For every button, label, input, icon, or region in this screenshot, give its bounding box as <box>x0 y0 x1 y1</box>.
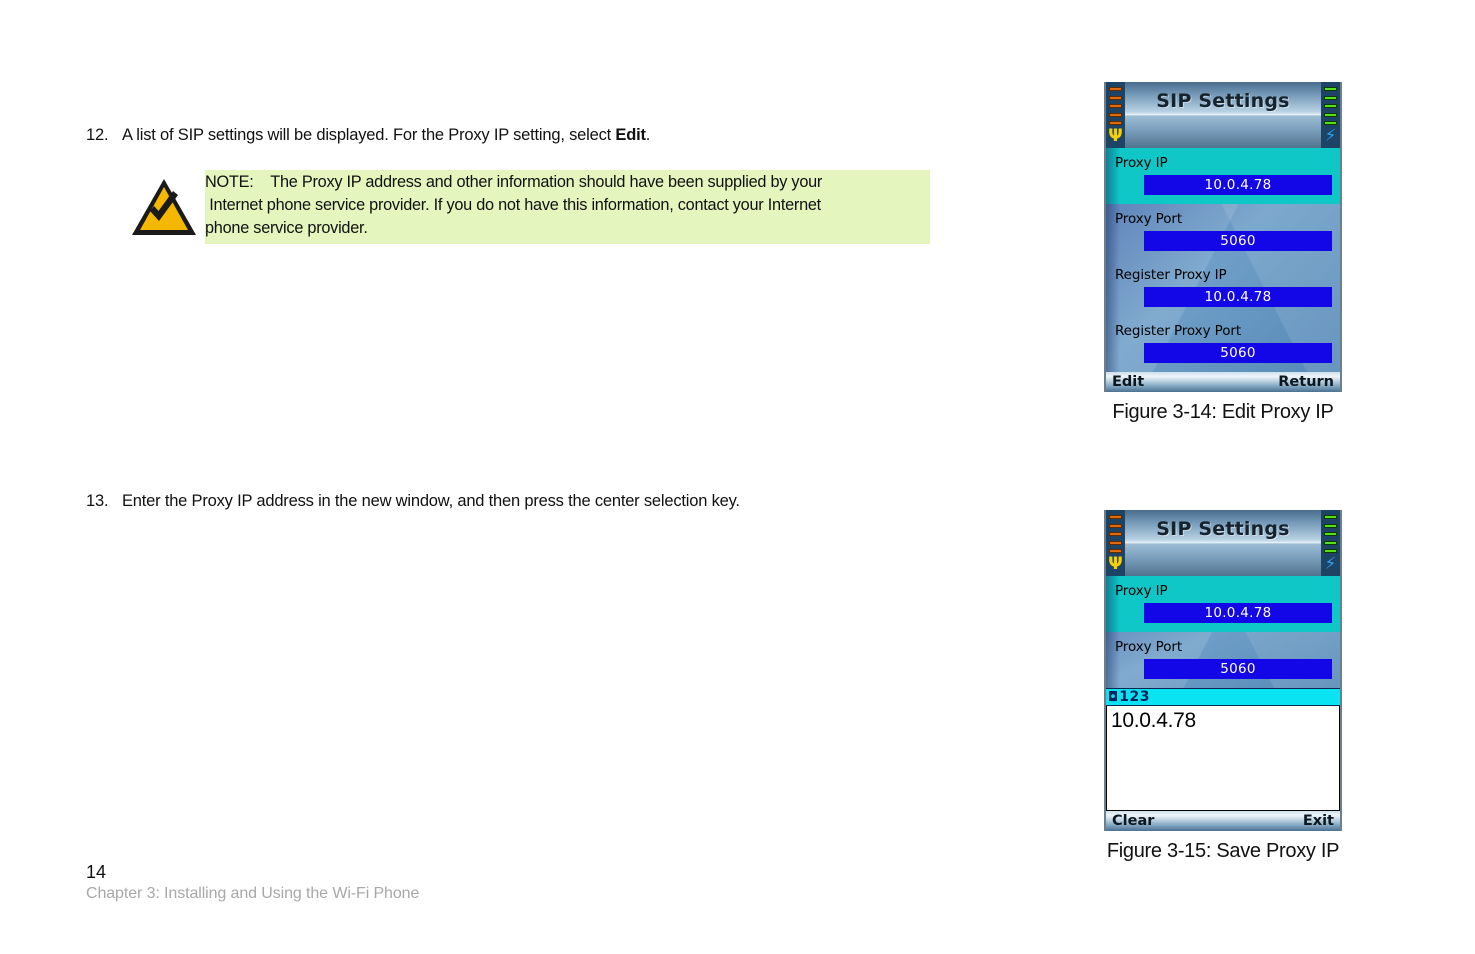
step-12: 12. A list of SIP settings will be displ… <box>86 125 886 146</box>
input-mode-label: 123 <box>1119 688 1151 705</box>
setting-row-proxy-ip[interactable]: Proxy IP 10.0.4.78 <box>1106 576 1340 632</box>
phone-softkey-bar: Edit Return <box>1106 372 1340 392</box>
note-line-2: Internet phone service provider. If you … <box>205 194 930 218</box>
phone-title-bar: Ψ SIP Settings ⚡ <box>1106 82 1340 148</box>
step-12-text: A list of SIP settings will be displayed… <box>122 125 886 146</box>
phone-title-bar: Ψ SIP Settings ⚡ <box>1106 510 1340 576</box>
figure-3-15: Ψ SIP Settings ⚡ Proxy IP 10.0.4.78 Prox… <box>1104 510 1342 863</box>
setting-label: Proxy IP <box>1115 583 1168 599</box>
battery-charging-icon: ⚡ <box>1321 510 1340 576</box>
step-12-emphasis: Edit <box>615 126 646 144</box>
title-hairline <box>1106 114 1340 115</box>
figure-3-14: Ψ SIP Settings ⚡ Proxy IP 10.0.4.78 Prox… <box>1104 82 1342 424</box>
setting-value[interactable]: 10.0.4.78 <box>1144 603 1332 623</box>
footer-chapter-label: Chapter 3: Installing and Using the Wi-F… <box>86 885 420 902</box>
setting-value[interactable]: 10.0.4.78 <box>1144 287 1332 307</box>
setting-label: Proxy Port <box>1115 639 1183 655</box>
phone-screen-save-proxy-ip: Ψ SIP Settings ⚡ Proxy IP 10.0.4.78 Prox… <box>1104 510 1342 831</box>
battery-bars <box>1324 515 1337 553</box>
step-12-number: 12. <box>86 126 109 144</box>
setting-row-proxy-ip[interactable]: Proxy IP 10.0.4.78 <box>1106 148 1340 204</box>
note-line-3: phone service provider. <box>205 217 930 245</box>
note-text: NOTE: The Proxy IP address and other inf… <box>205 170 930 245</box>
antenna-icon: Ψ <box>1108 554 1123 574</box>
input-mode-icon: ◘ <box>1108 689 1119 705</box>
softkey-right-return[interactable]: Return <box>1278 374 1334 390</box>
note-line-1: NOTE: The Proxy IP address and other inf… <box>205 170 930 195</box>
setting-value[interactable]: 5060 <box>1144 659 1332 679</box>
sip-settings-list: Proxy IP 10.0.4.78 Proxy Port 5060 Regis… <box>1106 148 1340 372</box>
battery-charging-icon: ⚡ <box>1321 82 1340 148</box>
step-13: 13. Enter the Proxy IP address in the ne… <box>86 491 906 512</box>
step-13-text: Enter the Proxy IP address in the new wi… <box>122 492 740 510</box>
setting-row-proxy-port[interactable]: Proxy Port 5060 <box>1106 632 1340 688</box>
softkey-left-edit[interactable]: Edit <box>1112 374 1144 390</box>
setting-label: Proxy IP <box>1115 155 1168 171</box>
battery-bars <box>1324 87 1337 125</box>
phone-screen-sip-settings-list: Ψ SIP Settings ⚡ Proxy IP 10.0.4.78 Prox… <box>1104 82 1342 392</box>
proxy-ip-editor-value[interactable]: 10.0.4.78 <box>1111 709 1339 733</box>
setting-row-register-proxy-port[interactable]: Register Proxy Port 5060 <box>1106 316 1340 372</box>
sip-settings-list: Proxy IP 10.0.4.78 Proxy Port 5060 <box>1106 576 1340 688</box>
antenna-icon: Ψ <box>1108 126 1123 146</box>
figure-3-14-caption: Figure 3-14: Edit Proxy IP <box>1112 401 1334 423</box>
phone-screen-title: SIP Settings <box>1156 90 1290 112</box>
phone-softkey-bar: Clear Exit <box>1106 811 1340 831</box>
note-callout: NOTE: The Proxy IP address and other inf… <box>130 170 930 245</box>
charging-bolt-icon: ⚡ <box>1324 554 1337 574</box>
figure-3-15-caption: Figure 3-15: Save Proxy IP <box>1106 840 1340 862</box>
title-hairline <box>1106 542 1340 543</box>
softkey-left-clear[interactable]: Clear <box>1112 813 1154 829</box>
setting-label: Register Proxy Port <box>1115 323 1242 339</box>
setting-row-register-proxy-ip[interactable]: Register Proxy IP 10.0.4.78 <box>1106 260 1340 316</box>
step-12-text-before: A list of SIP settings will be displayed… <box>122 126 616 144</box>
setting-label: Register Proxy IP <box>1115 267 1227 283</box>
setting-row-proxy-port[interactable]: Proxy Port 5060 <box>1106 204 1340 260</box>
step-13-number: 13. <box>86 492 109 510</box>
setting-value[interactable]: 5060 <box>1144 231 1332 251</box>
setting-value[interactable]: 5060 <box>1144 343 1332 363</box>
page-number: 14 <box>86 862 107 882</box>
step-12-text-after: . <box>645 126 651 144</box>
phone-screen-title: SIP Settings <box>1156 518 1290 540</box>
charging-bolt-icon: ⚡ <box>1324 126 1337 146</box>
page-footer: 14 Chapter 3: Installing and Using the W… <box>86 861 419 905</box>
input-method-bar[interactable]: ◘ 123 <box>1106 688 1340 706</box>
setting-value[interactable]: 10.0.4.78 <box>1144 175 1332 195</box>
setting-label: Proxy Port <box>1115 211 1183 227</box>
softkey-right-exit[interactable]: Exit <box>1303 813 1334 829</box>
note-triangle-check-icon <box>130 176 198 238</box>
proxy-ip-text-editor[interactable]: 10.0.4.78 <box>1106 706 1340 811</box>
